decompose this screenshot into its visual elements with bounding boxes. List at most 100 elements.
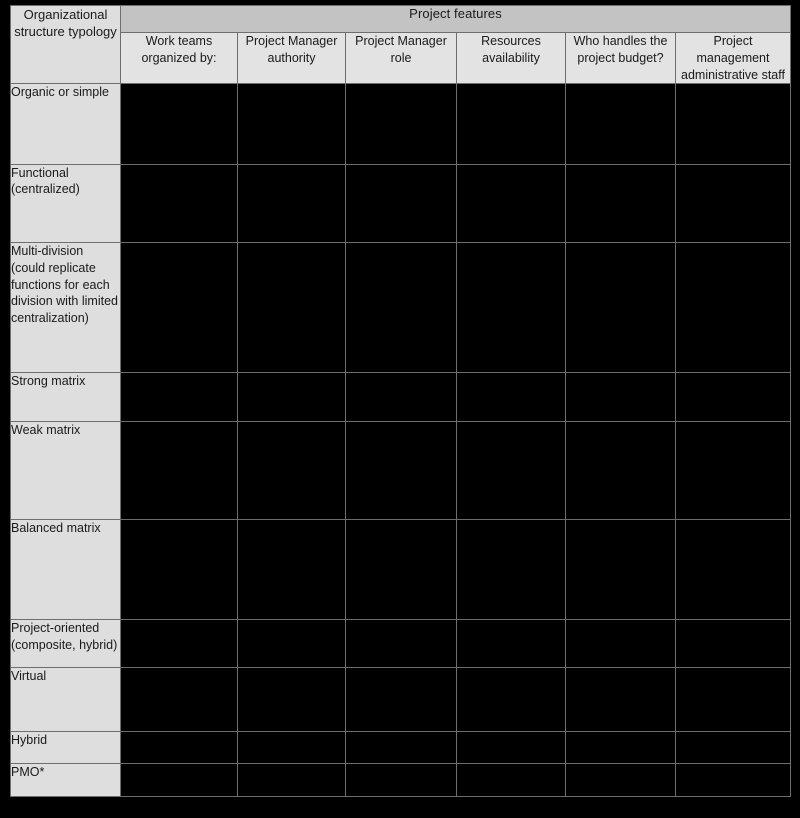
table-cell [675,241,791,373]
table-header: Organizational structure typology Projec… [10,4,791,85]
table-cell [120,163,238,243]
table-row: PMO* [10,763,791,797]
table-cell [237,241,346,373]
row-header-label: Virtual [11,668,47,683]
column-header-project-management-administrative-staff: Project management administrative staff [675,31,791,85]
table-cell [456,730,566,765]
table-cell [675,619,791,668]
row-header-balanced-matrix: Balanced matrix [10,519,121,621]
table-cell [565,420,676,521]
table-cell [237,763,346,797]
table-cell [120,730,238,765]
table-cell [456,83,566,165]
header-band-project-features: Project features [120,5,791,33]
corner-header-organizational-structure-typology: Organizational structure typology [10,4,121,85]
row-header-label: Weak matrix [11,422,81,437]
table-cell [675,519,791,621]
row-header-virtual: Virtual [10,666,121,732]
table-cell [237,619,346,668]
row-header-label: PMO* [11,765,45,780]
table-cell [565,83,676,165]
table-row: Project-oriented (composite, hybrid) [10,619,791,668]
table-cell [565,763,676,797]
row-header-label: Strong matrix [11,373,86,388]
table-cell [237,371,346,422]
row-header-pmo: PMO* [10,763,121,797]
row-header-label: Project-oriented (composite, hybrid) [11,621,118,652]
table-cell [565,619,676,668]
table-cell [237,519,346,621]
table-cell [675,730,791,765]
table-cell [120,519,238,621]
table-cell [237,83,346,165]
table-cell [345,519,457,621]
table-cell [456,241,566,373]
table-cell [675,163,791,243]
table-row: Strong matrix [10,371,791,422]
table-cell [456,763,566,797]
row-header-organic-or-simple: Organic or simple [10,83,121,165]
table-cell [675,763,791,797]
table-cell [120,666,238,732]
table-cell [565,163,676,243]
row-header-weak-matrix: Weak matrix [10,420,121,521]
column-header-label: Project management administrative staff [681,34,785,82]
table-cell [345,163,457,243]
row-header-project-oriented: Project-oriented (composite, hybrid) [10,619,121,668]
table-row: Functional (centralized) [10,163,791,243]
table-cell [120,763,238,797]
table-cell [120,420,238,521]
table-cell [345,371,457,422]
row-header-label: Balanced matrix [11,521,101,536]
corner-header-label: Organizational structure typology [14,7,117,40]
table-cell [345,619,457,668]
table-container: Organizational structure typology Projec… [10,4,791,797]
header-band-label: Project features [409,6,502,21]
row-header-label: Organic or simple [11,85,109,100]
table-cell [565,241,676,373]
table-cell [675,666,791,732]
column-header-who-handles-the-project-budget: Who handles the project budget? [565,31,676,85]
column-header-label: Resources availability [481,34,541,65]
table-cell [565,371,676,422]
table-cell [237,163,346,243]
row-header-multi-division: Multi-division (could replicate function… [10,241,121,373]
header-row-subheaders: Work teams organized by: Project Manager… [11,31,791,85]
table-cell [345,241,457,373]
table-cell [456,666,566,732]
header-row-band: Organizational structure typology Projec… [10,4,791,85]
table-cell [675,420,791,521]
row-header-strong-matrix: Strong matrix [10,371,121,422]
row-header-hybrid: Hybrid [10,730,121,765]
table-cell [345,763,457,797]
table-cell [120,241,238,373]
column-header-work-teams-organized-by: Work teams organized by: [120,31,238,85]
table-row: Virtual [10,666,791,732]
row-header-label: Multi-division (could replicate function… [11,243,118,326]
table-cell [345,730,457,765]
table-body: Organic or simple Functional (centralize… [10,83,791,797]
table-cell [237,420,346,521]
table-row: Weak matrix [10,420,791,521]
table-cell [456,519,566,621]
column-header-label: Work teams organized by: [141,34,217,65]
table-cell [120,619,238,668]
table-cell [345,420,457,521]
org-structure-typology-table: Organizational structure typology Projec… [10,4,791,797]
table-cell [565,519,676,621]
table-row: Hybrid [10,730,791,765]
table-cell [456,619,566,668]
column-header-project-manager-authority: Project Manager authority [237,31,346,85]
column-header-label: Project Manager role [355,34,447,65]
table-cell [120,83,238,165]
table-cell [675,83,791,165]
table-cell [565,730,676,765]
table-cell [237,666,346,732]
table-cell [456,420,566,521]
column-header-project-manager-role: Project Manager role [345,31,457,85]
table-cell [345,83,457,165]
column-header-label: Project Manager authority [245,34,338,65]
table-row: Multi-division (could replicate function… [10,241,791,373]
table-row: Balanced matrix [10,519,791,621]
table-cell [345,666,457,732]
